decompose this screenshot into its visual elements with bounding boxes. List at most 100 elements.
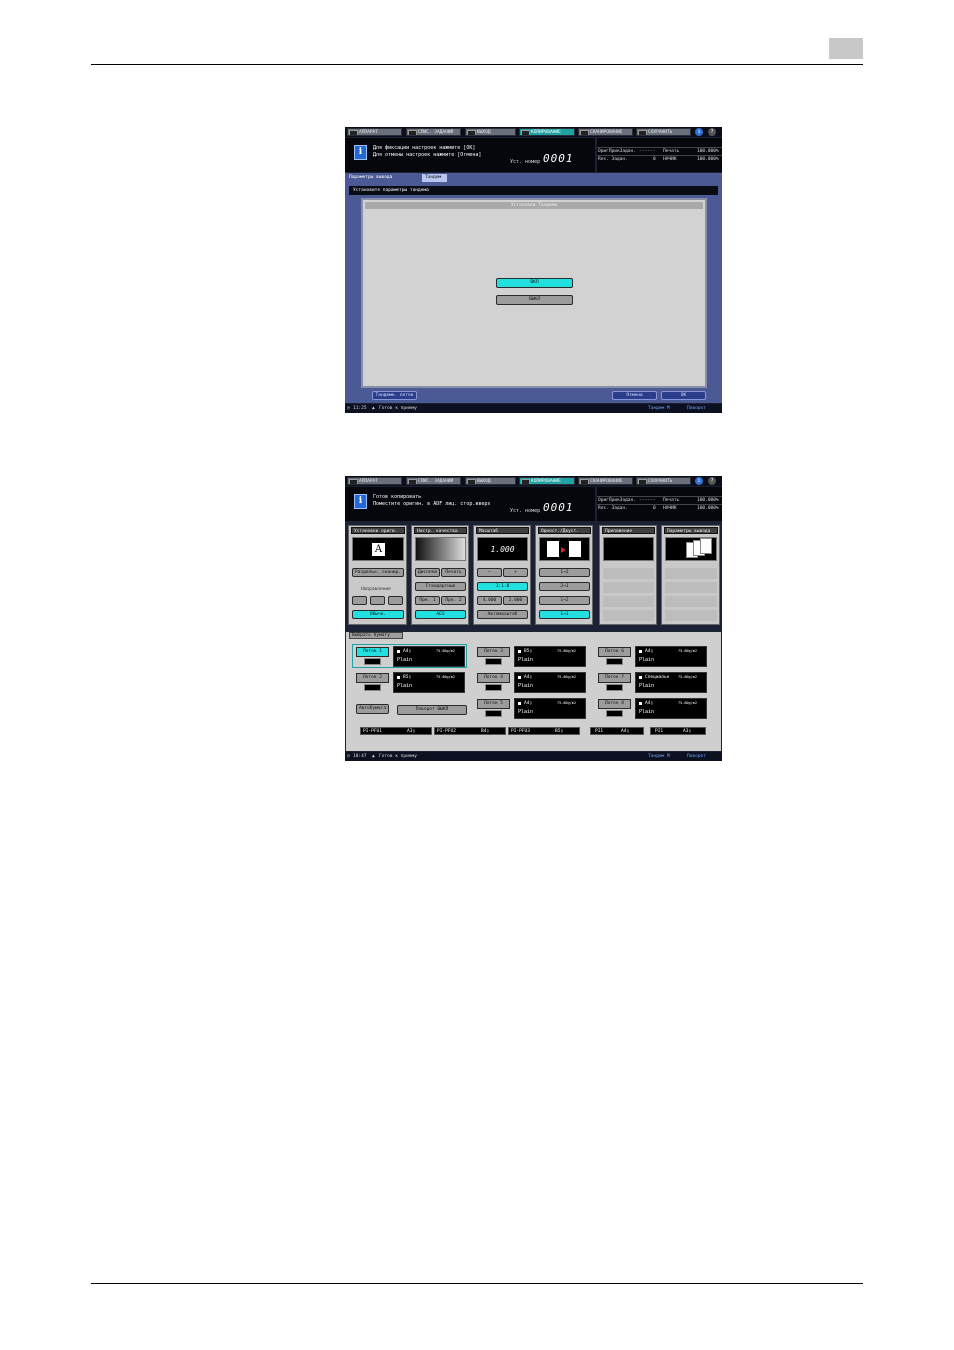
tray-8-info: A4▯ 75-80g/m2 Plain (635, 698, 707, 719)
output-slot (665, 568, 717, 579)
pf-unit-5[interactable]: PI1 A3▯ (650, 727, 706, 735)
original-settings-button[interactable]: Установки ориги. (351, 527, 405, 534)
tray-8-button[interactable]: Лоток 8 (598, 699, 631, 709)
aes-button[interactable]: AES (415, 610, 466, 619)
output-icon (467, 479, 476, 484)
output-settings-section: Параметры вывода (661, 525, 720, 625)
copy-icon (521, 479, 530, 484)
tandem-on-button[interactable]: ВКЛ (496, 278, 573, 288)
tab-copy[interactable]: КОПИРОВАНИЕ (519, 477, 575, 485)
tab-output[interactable]: ВЫХОД (465, 477, 516, 485)
tab-output[interactable]: ВЫХОД (465, 128, 516, 136)
standard-button[interactable]: Стандартные (415, 582, 466, 591)
paper-selection-area: Выбрать бумагу Лоток 1 A4▯ 75-80g/m2 Pla… (346, 632, 721, 751)
tandem-off-button[interactable]: ВЫКЛ (496, 295, 573, 305)
info-round-icon[interactable]: i (695, 128, 703, 136)
tray-3-icon (485, 658, 502, 665)
duplex-option-2[interactable]: 2→1 (539, 582, 590, 591)
info-round-icon[interactable]: i (695, 477, 703, 485)
preset-1-button[interactable]: Пре. 1 (415, 596, 440, 605)
help-icon[interactable]: ? (708, 477, 716, 485)
tray-6-button[interactable]: Лоток 6 (598, 647, 631, 657)
output-icon (467, 130, 476, 135)
tab-save[interactable]: СОХРАНИТЬ (636, 128, 691, 136)
message-line-1: Готов копировать (373, 494, 422, 500)
tray-1-button[interactable]: Лоток 1 (356, 647, 389, 657)
tray-2-icon (364, 684, 381, 691)
tray-6-info: A4▯ 75-80g/m2 Plain (635, 646, 707, 667)
zoom-preset-a-button[interactable]: 4.000 (477, 596, 502, 605)
orientation-side-button[interactable] (370, 596, 385, 605)
pf-unit-1[interactable]: PI-PFU1 A3▯ (360, 727, 432, 735)
tab-scan[interactable]: СКАНИРОВАНИЕ (578, 128, 633, 136)
scan-icon (580, 479, 589, 484)
zoom-1to1-button[interactable]: 1:1.0 (477, 582, 528, 591)
pf-unit-3[interactable]: PI-PFU3 B5▯ (508, 727, 580, 735)
set-number: 0001 (543, 501, 574, 514)
tab-copy[interactable]: КОПИРОВАНИЕ (519, 128, 575, 136)
orientation-up-button[interactable] (352, 596, 367, 605)
zoom-section: Масштаб 1.000 − + 1:1.0 4.000 2.000 Авто… (473, 525, 531, 625)
tray-5-button[interactable]: Лоток 5 (477, 699, 510, 709)
quality-button[interactable]: Настр. качества (414, 527, 467, 534)
tab-job-list[interactable]: СПИС. ЗАДАНИЙ (406, 477, 461, 485)
auto-paper-button[interactable]: Автобумага (356, 704, 389, 714)
ok-button[interactable]: OK (661, 391, 706, 400)
output-settings-button[interactable]: Параметры вывода (664, 527, 718, 534)
print-button[interactable]: Печать (441, 568, 466, 577)
orientation-normal-button[interactable]: Обычн. (352, 610, 404, 619)
panel-title: Установки Тандема (365, 202, 703, 209)
tray-2-button[interactable]: Лоток 2 (356, 673, 389, 683)
original-settings-section: Установки ориги. A Раздельн. сканир. Нап… (348, 525, 407, 625)
duplex-option-3[interactable]: 1→2 (539, 596, 590, 605)
tray-6-icon (606, 658, 623, 665)
display-button[interactable]: Дисплей (415, 568, 440, 577)
clock-time: 10:47 (353, 754, 367, 759)
orientation-rotate-button[interactable] (388, 596, 403, 605)
help-icon[interactable]: ? (708, 128, 716, 136)
instruction-text: Установите параметры тандема (349, 186, 718, 195)
top-tab-bar: АППАРАТ СПИС. ЗАДАНИЙ ВЫХОД КОПИРОВАНИЕ … (345, 476, 722, 486)
duplex-option-4[interactable]: 1→1 (539, 610, 590, 619)
save-icon (638, 130, 647, 135)
scan-icon (580, 130, 589, 135)
tray-7-button[interactable]: Лоток 7 (598, 673, 631, 683)
cancel-button[interactable]: Отмена (612, 391, 657, 400)
zoom-button[interactable]: Масштаб (476, 527, 529, 534)
zoom-preset-b-button[interactable]: 2.000 (503, 596, 528, 605)
tray-3-button[interactable]: Лоток 3 (477, 647, 510, 657)
zoom-plus-button[interactable]: + (503, 568, 528, 577)
pf-unit-4[interactable]: PI1 A4▯ (590, 727, 644, 735)
header-rule (91, 64, 863, 65)
tab-save[interactable]: СОХРАНИТЬ (636, 477, 691, 485)
separate-scan-button[interactable]: Раздельн. сканир. (352, 568, 404, 577)
preset-2-button[interactable]: Пре. 2 (441, 596, 466, 605)
tab-machine[interactable]: АППАРАТ (347, 477, 402, 485)
chapter-marker (829, 38, 863, 59)
tray-1-icon (364, 658, 381, 665)
tray-4-button[interactable]: Лоток 4 (477, 673, 510, 683)
tab-job-list[interactable]: СПИС. ЗАДАНИЙ (406, 128, 461, 136)
save-icon (638, 479, 647, 484)
paper-select-tab[interactable]: Выбрать бумагу (349, 632, 403, 639)
output-slot (665, 582, 717, 593)
machine-icon (349, 130, 358, 135)
zoom-minus-button[interactable]: − (477, 568, 502, 577)
original-letter: A (372, 543, 385, 556)
tab-scan[interactable]: СКАНИРОВАНИЕ (578, 477, 633, 485)
status-icon: ▲ (372, 754, 375, 759)
duplex-button[interactable]: Одност./Двуст. (538, 527, 591, 534)
rotate-off-button[interactable]: Поворот ВЫКЛ (397, 705, 467, 715)
copy-icon (521, 130, 530, 135)
tandem-panel: Установки Тандема ВКЛ ВЫКЛ (361, 198, 707, 388)
top-tab-bar: АППАРАТ СПИС. ЗАДАНИЙ ВЫХОД КОПИРОВАНИЕ … (345, 127, 722, 137)
pf-unit-2[interactable]: PI-PFU2 B4▯ (434, 727, 506, 735)
tab-machine[interactable]: АППАРАТ (347, 128, 402, 136)
breadcrumb[interactable]: Параметры вывода (349, 174, 392, 182)
clock-time: 11:25 (353, 406, 367, 411)
auto-zoom-button[interactable]: Автомасштаб (477, 610, 528, 619)
application-button[interactable]: Приложение (602, 527, 655, 534)
rotate-status: Поворот (687, 754, 706, 759)
duplex-option-1[interactable]: 1→2 (539, 568, 590, 577)
tandem-paper-button[interactable]: Тандемн. лоток (372, 391, 417, 400)
